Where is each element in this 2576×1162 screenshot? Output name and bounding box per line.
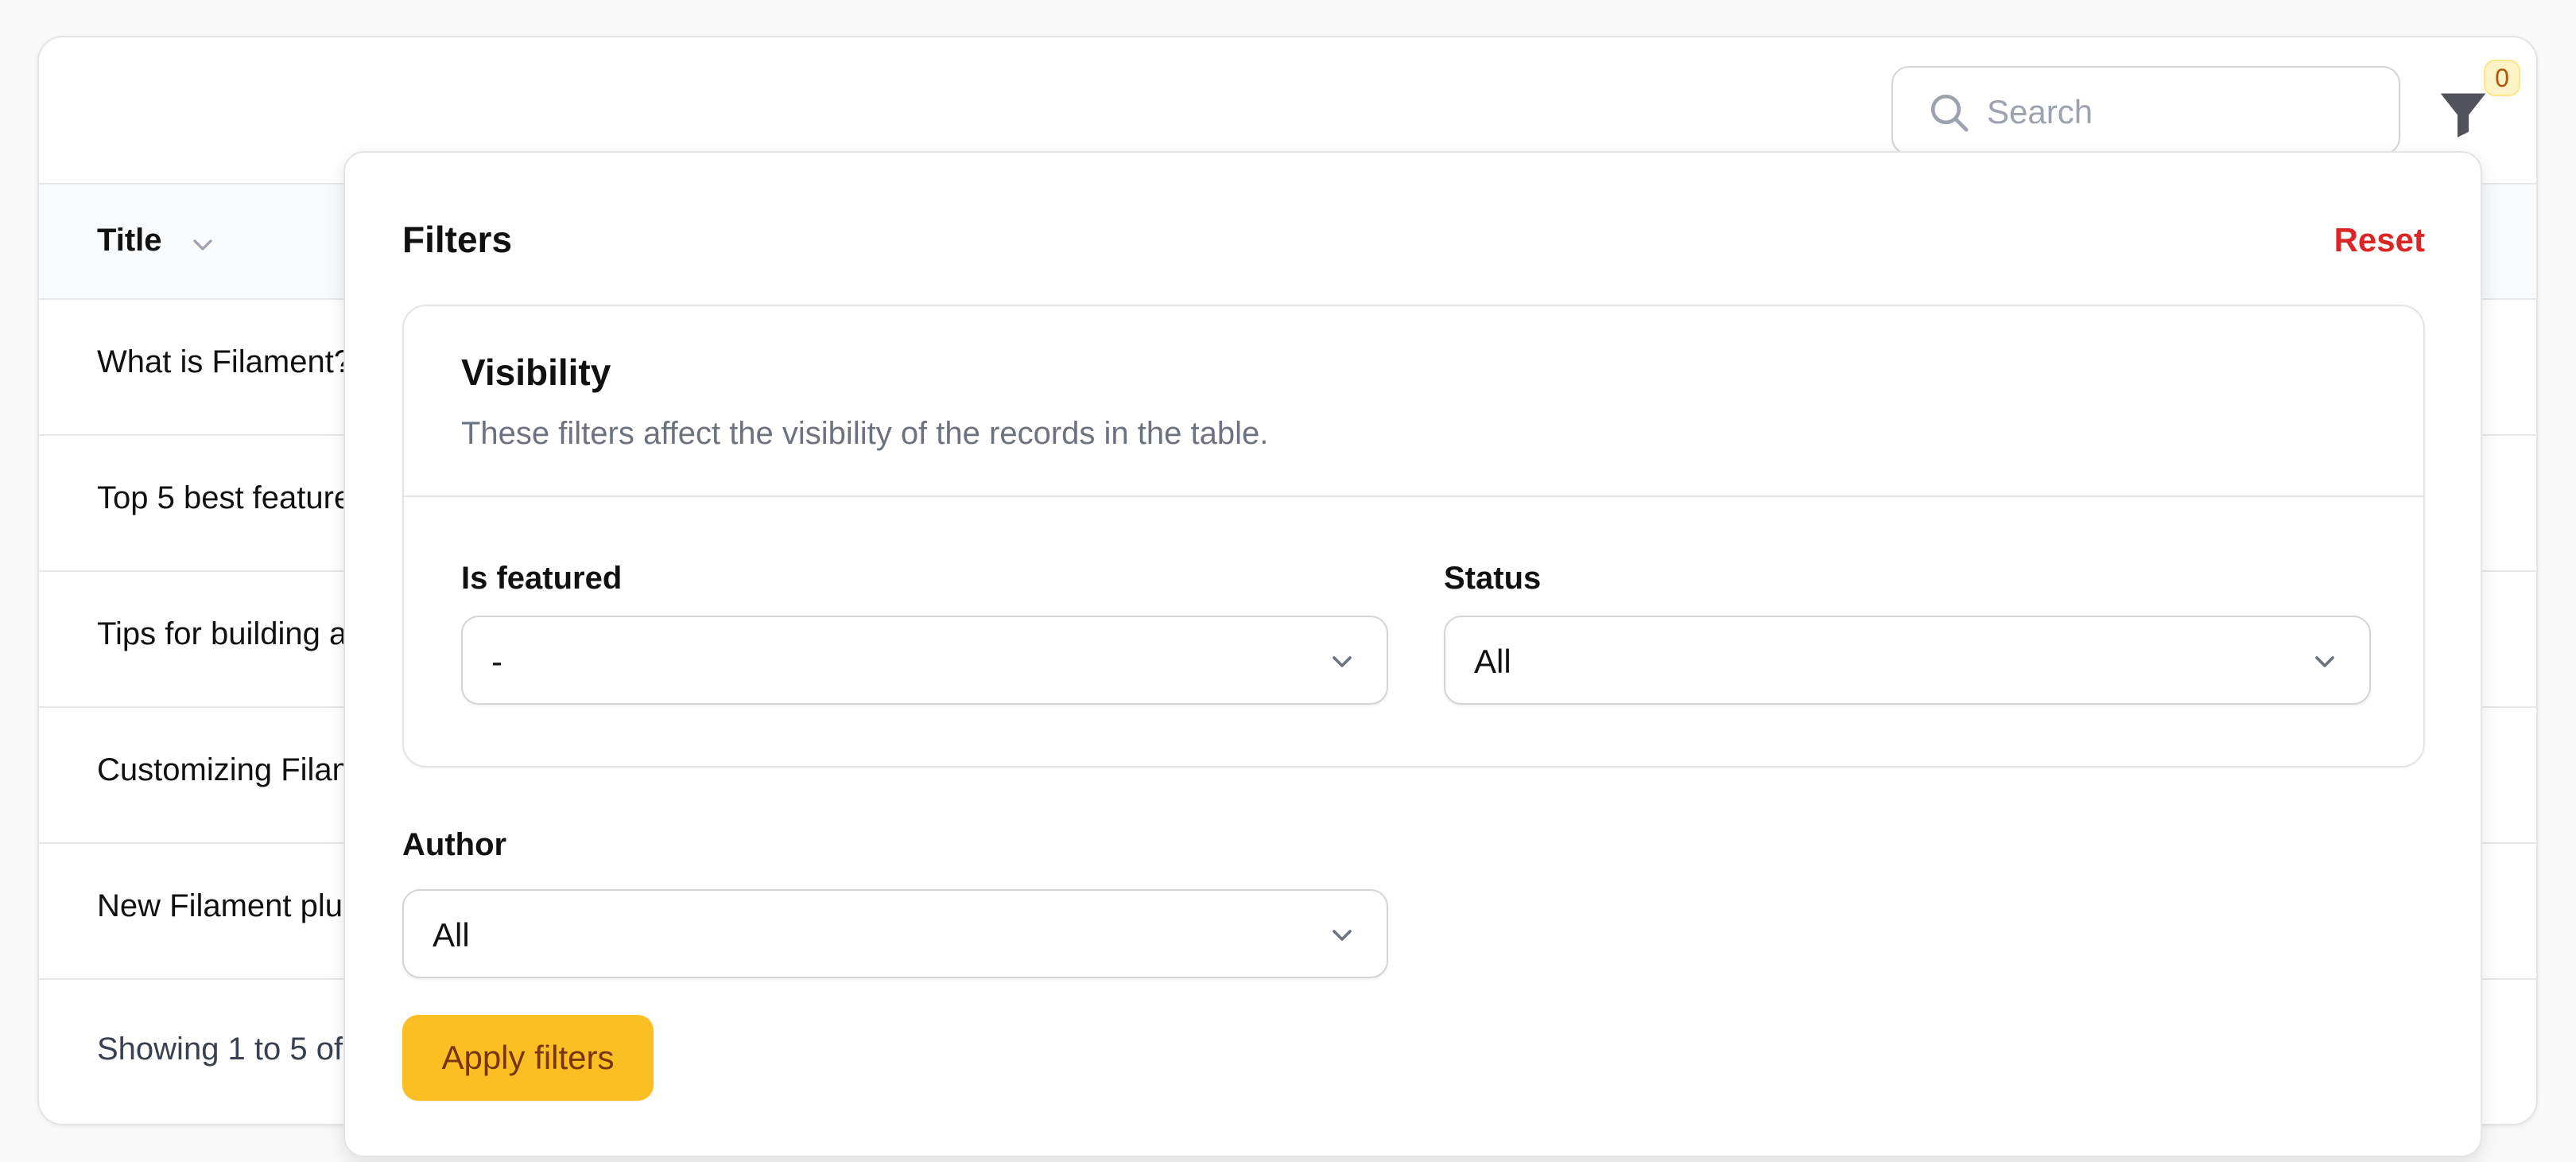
is-featured-select[interactable]: - <box>461 616 1388 705</box>
filter-count-badge: 0 <box>2484 60 2520 96</box>
reset-filters-button[interactable]: Reset <box>2334 221 2425 259</box>
author-value: All <box>433 916 470 954</box>
visibility-section-header: Visibility These filters affect the visi… <box>404 306 2423 497</box>
status-select[interactable]: All <box>1444 616 2371 705</box>
row-title: What is Filament? <box>97 344 352 379</box>
visibility-section: Visibility These filters affect the visi… <box>402 305 2425 768</box>
status-label: Status <box>1444 561 1542 596</box>
column-header-title[interactable]: Title <box>97 223 162 258</box>
visibility-description: These filters affect the visibility of t… <box>461 416 1269 451</box>
visibility-title: Visibility <box>461 352 611 393</box>
filters-panel: Filters Reset Visibility These filters a… <box>343 151 2482 1157</box>
search-input[interactable] <box>1987 84 2376 141</box>
apply-filters-button[interactable]: Apply filters <box>402 1015 654 1101</box>
is-featured-value: - <box>491 643 502 680</box>
chevron-down-icon <box>1333 656 1352 667</box>
filter-icon[interactable] <box>2436 85 2490 142</box>
filters-heading: Filters <box>402 219 513 260</box>
chevron-down-icon <box>2315 656 2334 667</box>
search-icon <box>1930 94 1969 132</box>
search-field[interactable] <box>1891 66 2400 155</box>
author-label: Author <box>402 827 507 862</box>
chevron-down-icon <box>1333 930 1352 941</box>
status-value: All <box>1474 643 1511 680</box>
is-featured-label: Is featured <box>461 561 623 596</box>
author-select[interactable]: All <box>402 889 1388 978</box>
sort-chevron-icon[interactable] <box>187 229 219 261</box>
